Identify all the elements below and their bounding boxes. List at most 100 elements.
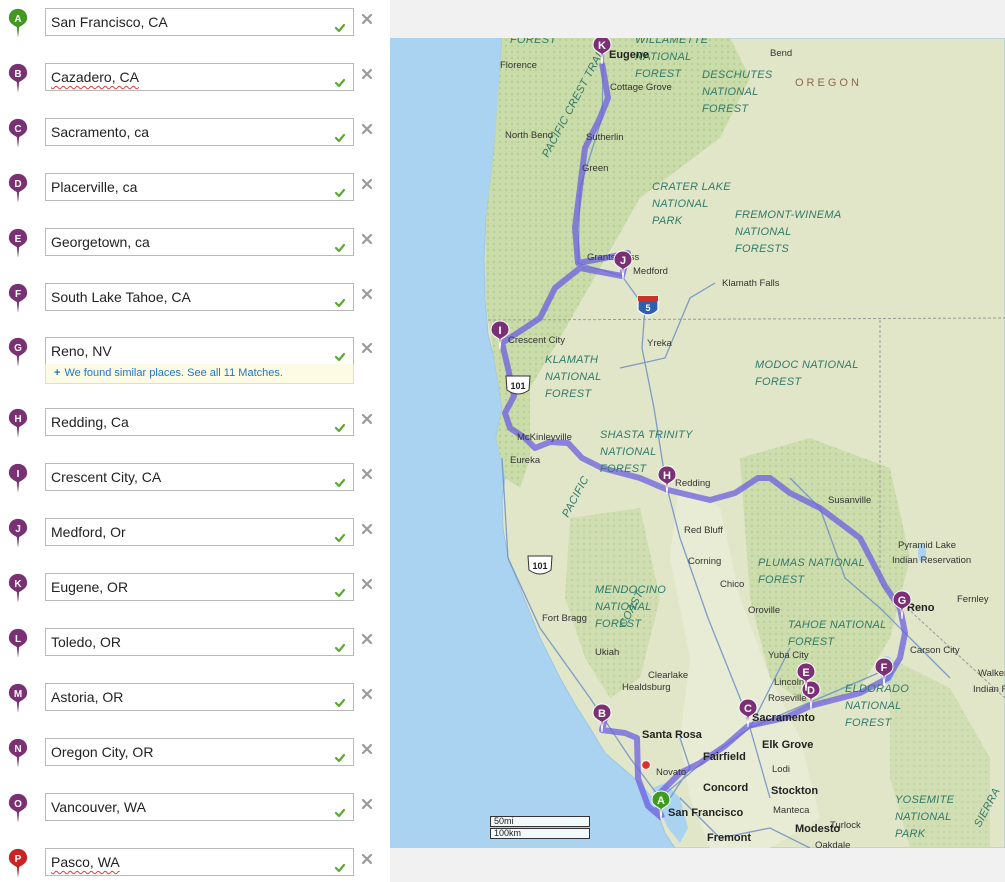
svg-text:O: O <box>14 799 22 810</box>
park-label: NATIONAL <box>545 371 602 383</box>
svg-text:D: D <box>14 179 21 190</box>
similar-places-link[interactable]: + We found similar places. See all 11 Mat… <box>45 364 354 384</box>
map-pin-icon[interactable]: E <box>8 228 28 258</box>
park-label: NATIONAL <box>702 86 759 98</box>
close-icon[interactable] <box>360 632 374 646</box>
stop-input-n[interactable]: Oregon City, OR <box>45 738 354 766</box>
stop-input-a[interactable]: San Francisco, CA <box>45 8 354 36</box>
park-label: PLUMAS NATIONAL <box>758 557 865 569</box>
map-pin-icon[interactable]: F <box>8 283 28 313</box>
close-icon[interactable] <box>360 797 374 811</box>
close-icon[interactable] <box>360 232 374 246</box>
route-marker-label: J <box>620 255 626 267</box>
stop-value: Georgetown, ca <box>51 234 150 250</box>
map-pin-icon[interactable]: K <box>8 573 28 603</box>
route-marker-label: I <box>498 325 501 337</box>
check-icon <box>334 526 346 543</box>
route-marker-label: K <box>598 40 606 52</box>
park-label: MENDOCINO <box>595 584 666 596</box>
map-pin-icon[interactable]: J <box>8 518 28 548</box>
close-icon[interactable] <box>360 687 374 701</box>
stop-value: Vancouver, WA <box>51 799 146 815</box>
similar-places-text: We found similar places. See all 11 Matc… <box>64 367 283 379</box>
city-label: Eugene <box>609 49 649 61</box>
close-icon[interactable] <box>360 522 374 536</box>
stop-input-e[interactable]: Georgetown, ca <box>45 228 354 256</box>
plus-icon: + <box>54 367 61 379</box>
close-icon[interactable] <box>360 12 374 26</box>
stop-input-d[interactable]: Placerville, ca <box>45 173 354 201</box>
close-icon[interactable] <box>360 412 374 426</box>
city-label: Susanville <box>828 495 871 506</box>
close-icon[interactable] <box>360 852 374 866</box>
stop-input-f[interactable]: South Lake Tahoe, CA <box>45 283 354 311</box>
stop-input-b[interactable]: Cazadero, CA <box>45 63 354 91</box>
stop-input-j[interactable]: Medford, Or <box>45 518 354 546</box>
close-icon[interactable] <box>360 467 374 481</box>
city-label: Corning <box>688 556 721 567</box>
park-label: FOREST <box>635 68 682 80</box>
stop-input-p[interactable]: Pasco, WA <box>45 848 354 876</box>
park-label: NATIONAL <box>600 446 657 458</box>
map-pin-icon[interactable]: C <box>8 118 28 148</box>
close-icon[interactable] <box>360 67 374 81</box>
stop-input-k[interactable]: Eugene, OR <box>45 573 354 601</box>
map-pin-icon[interactable]: O <box>8 793 28 823</box>
check-icon <box>334 471 346 488</box>
city-label: Cottage Grove <box>610 82 672 93</box>
map-pin-icon[interactable]: L <box>8 628 28 658</box>
city-label: Roseville <box>768 693 807 704</box>
city-label: Indian Reservation <box>892 555 971 566</box>
city-label: Sutherlin <box>586 132 624 143</box>
svg-text:N: N <box>14 744 21 755</box>
city-label: Lincoln <box>774 677 804 688</box>
map-pin-icon[interactable]: N <box>8 738 28 768</box>
check-icon <box>334 746 346 763</box>
stop-input-m[interactable]: Astoria, OR <box>45 683 354 711</box>
close-icon[interactable] <box>360 122 374 136</box>
city-label: Manteca <box>773 805 810 816</box>
stop-input-c[interactable]: Sacramento, ca <box>45 118 354 146</box>
route-map[interactable]: OREGON FOREST WILLAMETTE NATIONAL FOREST DES… <box>390 38 1005 848</box>
map-pin-icon[interactable]: M <box>8 683 28 713</box>
stop-input-h[interactable]: Redding, Ca <box>45 408 354 436</box>
city-label: Turlock <box>830 820 861 831</box>
check-icon <box>334 416 346 433</box>
map-canvas[interactable]: OREGON FOREST WILLAMETTENATIONALFOREST DES… <box>390 38 1005 848</box>
svg-text:F: F <box>15 289 21 300</box>
stop-input-i[interactable]: Crescent City, CA <box>45 463 354 491</box>
map-pin-icon[interactable]: G <box>8 337 28 367</box>
map-pin-icon[interactable]: D <box>8 173 28 203</box>
stop-input-o[interactable]: Vancouver, WA <box>45 793 354 821</box>
interstate-shield-icon: 5 <box>637 295 659 316</box>
check-icon <box>334 801 346 818</box>
map-panel[interactable]: OREGON FOREST WILLAMETTE NATIONAL FOREST DES… <box>390 0 1005 882</box>
city-label: Yuba City <box>768 650 809 661</box>
stop-input-g[interactable]: Reno, NV <box>45 337 354 365</box>
city-label: Klamath Falls <box>722 278 780 289</box>
stop-value: Crescent City, CA <box>51 469 162 485</box>
close-icon[interactable] <box>360 742 374 756</box>
park-label: PARK <box>652 215 683 227</box>
waypoint-dot-icon[interactable] <box>640 759 652 771</box>
city-label: Stockton <box>771 785 818 797</box>
map-pin-icon[interactable]: H <box>8 408 28 438</box>
close-icon[interactable] <box>360 341 374 355</box>
park-label: NATIONAL <box>652 198 709 210</box>
route-marker-label: F <box>881 662 888 674</box>
close-icon[interactable] <box>360 177 374 191</box>
park-label: FOREST <box>702 103 749 115</box>
svg-text:I: I <box>17 469 20 480</box>
svg-text:H: H <box>14 414 21 425</box>
map-pin-icon[interactable]: A <box>8 8 28 38</box>
map-pin-icon[interactable]: I <box>8 463 28 493</box>
stop-value: Pasco, WA <box>51 854 120 870</box>
close-icon[interactable] <box>360 287 374 301</box>
city-label: Novato <box>656 767 686 778</box>
check-icon <box>334 236 346 253</box>
map-pin-icon[interactable]: B <box>8 63 28 93</box>
map-pin-icon[interactable]: P <box>8 848 28 878</box>
city-label: Crescent City <box>508 335 565 346</box>
stop-input-l[interactable]: Toledo, OR <box>45 628 354 656</box>
close-icon[interactable] <box>360 577 374 591</box>
